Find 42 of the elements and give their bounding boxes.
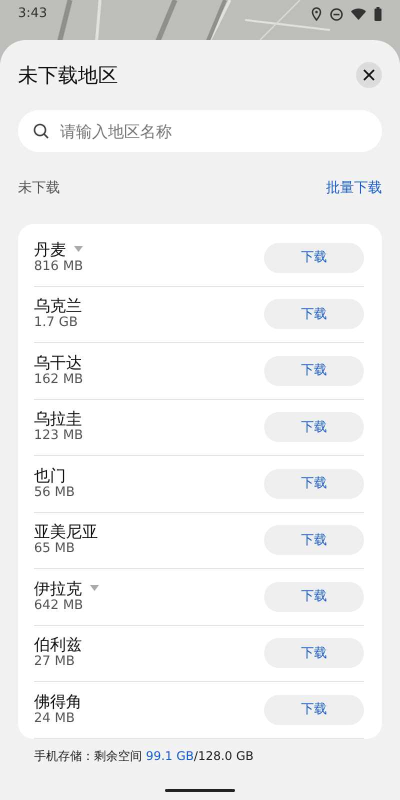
caret-icon[interactable] bbox=[90, 585, 99, 592]
region-size: 1.7 GB bbox=[34, 315, 79, 332]
region-size: 27 MB bbox=[34, 654, 76, 672]
region-size: 642 MB bbox=[34, 598, 84, 615]
batch-download-link[interactable]: 批量下载 bbox=[326, 178, 382, 198]
download-button[interactable]: 下载 bbox=[264, 299, 364, 330]
region-size: 123 MB bbox=[34, 428, 84, 446]
status-time: 3:43 bbox=[18, 5, 48, 24]
download-button[interactable]: 下载 bbox=[264, 694, 364, 725]
download-button[interactable]: 下载 bbox=[264, 242, 364, 273]
download-button[interactable]: 下载 bbox=[264, 638, 364, 668]
home-indicator bbox=[165, 789, 235, 792]
download-button[interactable]: 下载 bbox=[264, 468, 364, 499]
region-size: 56 MB bbox=[34, 484, 75, 502]
region-name: 乌拉圭 bbox=[34, 409, 82, 428]
region-name: 亚美尼亚 bbox=[34, 522, 98, 542]
do-not-disturb-icon bbox=[330, 8, 343, 20]
region-name: 伊拉克 bbox=[34, 578, 82, 598]
download-button[interactable]: 下载 bbox=[264, 412, 364, 442]
region-name: 乌干达 bbox=[34, 352, 82, 372]
battery-icon bbox=[374, 7, 382, 21]
region-size: 24 MB bbox=[34, 710, 76, 728]
region-name: 佛得角 bbox=[34, 692, 82, 711]
close-button[interactable] bbox=[356, 62, 382, 88]
wifi-icon bbox=[351, 8, 366, 20]
download-button[interactable]: 下载 bbox=[264, 356, 364, 386]
storage-info: 手机存储：剩余空间 99.1 GB/128.0 GB bbox=[33, 748, 255, 764]
caret-icon[interactable] bbox=[74, 246, 83, 252]
region-size: 816 MB bbox=[34, 258, 84, 276]
download-button[interactable]: 下载 bbox=[264, 582, 364, 612]
location-icon bbox=[311, 7, 322, 21]
region-name: 伯利兹 bbox=[34, 635, 82, 654]
search-field[interactable]: 请输入地区名称 bbox=[18, 110, 382, 152]
sheet-title: 未下载地区 bbox=[18, 62, 118, 89]
region-name: 也门 bbox=[34, 466, 66, 485]
region-size: 162 MB bbox=[34, 372, 84, 389]
region-name: 乌克兰 bbox=[34, 296, 82, 316]
close-icon bbox=[363, 69, 375, 81]
download-button[interactable]: 下载 bbox=[264, 525, 364, 556]
region-size: 65 MB bbox=[34, 541, 76, 558]
region-name: 丹麦 bbox=[34, 240, 66, 259]
section-label: 未下载 bbox=[18, 178, 60, 198]
